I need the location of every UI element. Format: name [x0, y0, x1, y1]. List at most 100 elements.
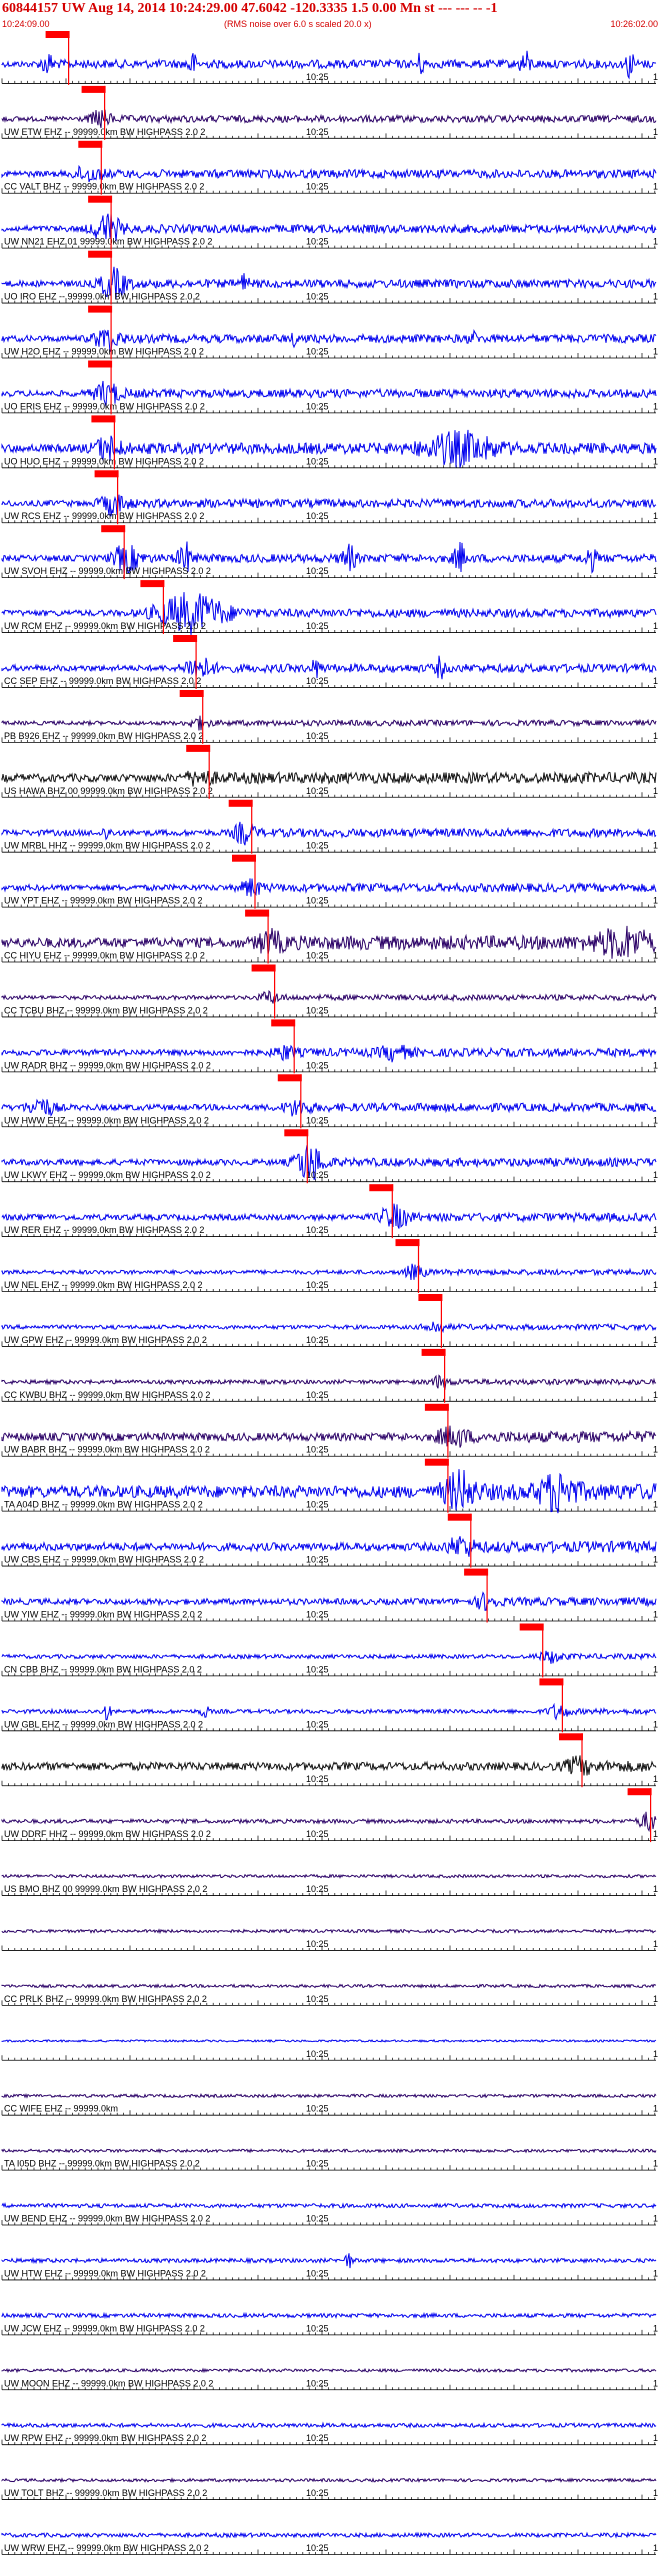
waveform-trace: [1, 164, 657, 183]
mid-time-label: 10:25: [306, 1610, 329, 1620]
waveform-trace: [1, 1263, 657, 1281]
right-edge-label: 1: [653, 2214, 658, 2224]
right-edge-label: 1: [653, 182, 658, 192]
mid-time-label: 10:25: [306, 1280, 329, 1290]
right-edge-label: 1: [653, 72, 658, 82]
waveform-trace: [1, 1591, 657, 1611]
mid-time-label: 10:25: [306, 511, 329, 521]
mid-time-label: 10:25: [306, 2049, 329, 2059]
seismogram-plot: 10:25 1UW ETW EHZ -- 99999.0km BW HIGHPAS…: [1, 31, 658, 2555]
pick-marker: [424, 1403, 449, 1411]
mid-time-label: 10:25: [306, 237, 329, 247]
station-label: TA I05D BHZ -- 99999.0km BW HIGHPASS 2.0…: [4, 2159, 200, 2169]
pick-marker: [421, 1348, 446, 1356]
right-edge-label: 1: [653, 1774, 658, 1784]
station-label: UW NEL EHZ -- 99999.0km BW HIGHPASS 2.0 …: [4, 1280, 203, 1290]
station-label: UW JCW EHZ -- 99999.0km BW HIGHPASS 2.0 …: [4, 2323, 205, 2333]
mid-time-label: 10:25: [306, 1500, 329, 1510]
right-edge-label: 1: [653, 401, 658, 411]
station-label: UW HWW EHZ -- 99999.0km BW HIGHPASS 2.0 …: [4, 1115, 209, 1125]
station-label: UW MRBL HHZ -- 99999.0km BW HIGHPASS 2.0…: [4, 841, 211, 851]
waveform-trace: [1, 878, 657, 897]
right-edge-label: 1: [653, 676, 658, 686]
right-edge-label: 1: [653, 1719, 658, 1729]
right-edge-label: 1: [653, 2433, 658, 2443]
station-label: UW GPW EHZ -- 99999.0km BW HIGHPASS 2.0 …: [4, 1335, 207, 1345]
station-label: UW TOLT BHZ -- 99999.0km BW HIGHPASS 2.0…: [4, 2488, 207, 2498]
right-edge-label: 1: [653, 1060, 658, 1070]
pick-marker: [140, 580, 165, 588]
right-edge-label: 1: [653, 2543, 658, 2553]
waveform-trace: [1, 1650, 657, 1664]
right-edge-label: 1: [653, 511, 658, 521]
waveform-trace: [1, 2202, 657, 2210]
mid-time-label: 10:25: [306, 1555, 329, 1565]
mid-time-label: 10:25: [306, 731, 329, 741]
right-edge-label: 1: [653, 1500, 658, 1510]
mid-time-label: 10:25: [306, 2159, 329, 2169]
station-label: UW GBL EHZ -- 99999.0km BW HIGHPASS 2.0 …: [4, 1719, 203, 1729]
station-label: UW DDRF HHZ -- 99999.0km BW HIGHPASS 2.0…: [4, 1829, 211, 1839]
pick-marker: [245, 909, 270, 917]
mid-time-label: 10:25: [306, 292, 329, 302]
mid-time-label: 10:25: [306, 2214, 329, 2224]
station-label: UW RPW EHZ -- 99999.0km BW HIGHPASS 2.0 …: [4, 2433, 206, 2443]
station-label: UW YPT EHZ -- 99999.0km BW HIGHPASS 2.0 …: [4, 896, 203, 906]
waveform-trace: [1, 2253, 657, 2269]
waveform-trace: [1, 1374, 657, 1391]
waveform-trace: [1, 1811, 657, 1832]
station-label: CN CBB BHZ -- 99999.0km BW HIGHPASS 2.0 …: [4, 1664, 202, 1674]
right-edge-label: 1: [653, 292, 658, 302]
mid-time-label: 10:25: [306, 401, 329, 411]
pick-marker: [88, 195, 113, 203]
pick-marker: [539, 1678, 564, 1686]
pick-marker: [559, 1733, 583, 1741]
pick-marker: [78, 140, 103, 148]
waveform-trace: [1, 2531, 657, 2539]
pick-marker: [271, 1019, 296, 1027]
right-edge-label: 1: [653, 841, 658, 851]
right-edge-label: 1: [653, 1829, 658, 1839]
mid-time-label: 10:25: [306, 1225, 329, 1235]
mid-time-label: 10:25: [306, 72, 329, 82]
pick-marker: [277, 1074, 302, 1082]
pick-marker: [232, 854, 256, 862]
mid-time-label: 10:25: [306, 456, 329, 466]
mid-time-label: 10:25: [306, 1884, 329, 1894]
station-label: CC HIYU EHZ -- 99999.0km BW HIGHPASS 2.0…: [4, 951, 205, 961]
waveform-trace: [1, 2477, 657, 2484]
waveform-trace: [1, 2311, 657, 2320]
mid-time-label: 10:25: [306, 1774, 329, 1784]
right-edge-label: 1: [653, 2488, 658, 2498]
station-label: UW SVOH EHZ -- 99999.0km BW HIGHPASS 2.0…: [4, 566, 211, 576]
mid-time-label: 10:25: [306, 1829, 329, 1839]
waveform-trace: [1, 1873, 657, 1879]
mid-time-label: 10:25: [306, 676, 329, 686]
right-edge-label: 1: [653, 2268, 658, 2278]
mid-time-label: 10:25: [306, 1939, 329, 1949]
station-label: UW H2O EHZ -- 99999.0km BW HIGHPASS 2.0 …: [4, 347, 204, 357]
right-edge-label: 1: [653, 896, 658, 906]
mid-time-label: 10:25: [306, 1005, 329, 1015]
pick-marker: [251, 964, 276, 972]
waveform-trace: [1, 2147, 657, 2154]
pick-marker: [179, 690, 204, 697]
pick-marker: [418, 1294, 443, 1301]
pick-marker: [91, 415, 116, 423]
station-label: UW YIW EHZ -- 99999.0km BW HIGHPASS 2.0 …: [4, 1610, 202, 1620]
pick-marker: [447, 1513, 472, 1521]
waveform-trace: [1, 1098, 657, 1117]
pick-marker: [94, 470, 119, 478]
right-edge-label: 1: [653, 2104, 658, 2114]
station-label: UW WRW EHZ -- 99999.0km BW HIGHPASS 2.0 …: [4, 2543, 209, 2553]
station-label: CC SEP EHZ -- 99999.0km BW HIGHPASS 2.0 …: [4, 676, 201, 686]
right-edge-label: 1: [653, 1445, 658, 1455]
waveform-trace: [1, 715, 657, 731]
right-edge-label: 1: [653, 1939, 658, 1949]
mid-time-label: 10:25: [306, 2433, 329, 2443]
right-edge-label: 1: [653, 786, 658, 796]
right-edge-label: 1: [653, 347, 658, 357]
station-label: TA A04D BHZ -- 99999.0km BW HIGHPASS 2.0…: [4, 1500, 203, 1510]
mid-time-label: 10:25: [306, 1994, 329, 2004]
pick-marker: [173, 635, 198, 642]
